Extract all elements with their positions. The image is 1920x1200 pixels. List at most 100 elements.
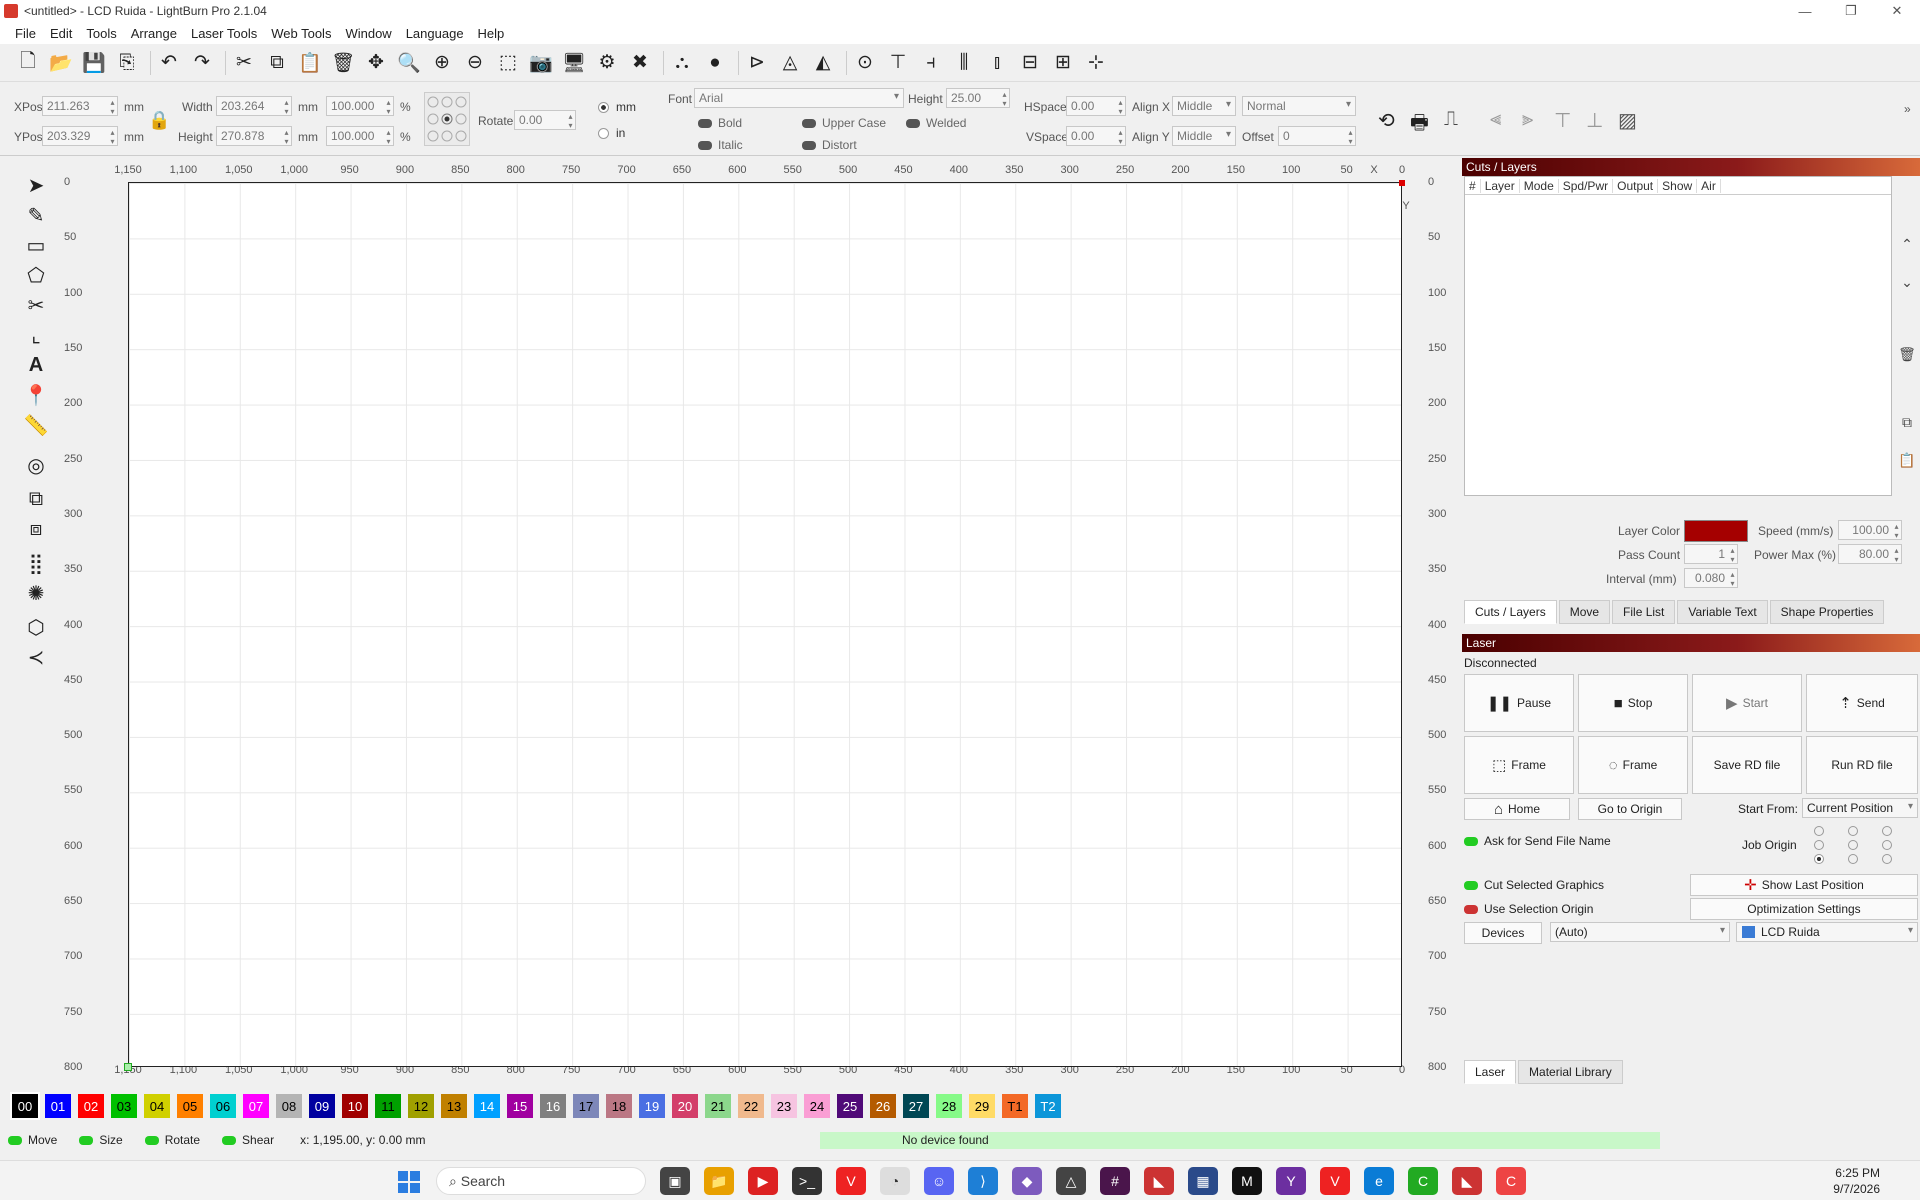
lock-icon[interactable]: 🔒 bbox=[148, 110, 170, 131]
offset-input[interactable]: 0 bbox=[1278, 126, 1356, 146]
bold-toggle[interactable]: Bold bbox=[698, 116, 742, 130]
tab-move[interactable]: Move bbox=[1558, 600, 1611, 624]
palette-color-29[interactable]: 29 bbox=[969, 1094, 995, 1118]
tab-shape-properties[interactable]: Shape Properties bbox=[1769, 600, 1885, 624]
rotate-input[interactable]: 0.00 bbox=[514, 110, 576, 130]
circle-frame-button[interactable]: ◌ Frame bbox=[1578, 736, 1688, 794]
paste-layer-icon[interactable]: 📋 bbox=[1894, 442, 1920, 478]
terminal-icon[interactable]: >_ bbox=[792, 1167, 822, 1195]
align-middle-icon[interactable]: ⫞ bbox=[917, 49, 945, 77]
break-apart-icon[interactable]: ≺ bbox=[18, 642, 54, 672]
obsidian-icon[interactable]: ◆ bbox=[1012, 1167, 1042, 1195]
text-style-select[interactable]: Normal bbox=[1242, 96, 1356, 116]
zoom-fit-icon[interactable]: 🔍 bbox=[395, 49, 423, 77]
job-origin-bottom-left[interactable] bbox=[1814, 854, 1824, 864]
pan-icon[interactable]: ✥ bbox=[362, 49, 390, 77]
vivaldi-alt-icon[interactable]: V bbox=[1320, 1167, 1350, 1195]
menu-window[interactable]: Window bbox=[338, 26, 398, 41]
vscode-icon[interactable]: ⟩ bbox=[968, 1167, 998, 1195]
palette-color-12[interactable]: 12 bbox=[408, 1094, 434, 1118]
palette-color-26[interactable]: 26 bbox=[870, 1094, 896, 1118]
pause-button[interactable]: ❚❚ Pause bbox=[1464, 674, 1574, 732]
xpos-input[interactable]: 211.263 bbox=[42, 96, 118, 116]
palette-color-09[interactable]: 09 bbox=[309, 1094, 335, 1118]
menu-laser-tools[interactable]: Laser Tools bbox=[184, 26, 264, 41]
send-button[interactable]: ⇡ Send bbox=[1806, 674, 1918, 732]
close-icon[interactable]: ✕ bbox=[1874, 0, 1920, 22]
undo-icon[interactable]: ↶ bbox=[155, 49, 183, 77]
job-origin-top-center[interactable] bbox=[1848, 826, 1858, 836]
palette-color-11[interactable]: 11 bbox=[375, 1094, 401, 1118]
palette-color-16[interactable]: 16 bbox=[540, 1094, 566, 1118]
palette-color-T2[interactable]: T2 bbox=[1035, 1094, 1061, 1118]
distribute-h-icon[interactable]: ⫼ bbox=[950, 49, 978, 77]
layer-color-swatch[interactable] bbox=[1684, 520, 1748, 542]
speed-input[interactable]: 100.00 bbox=[1838, 520, 1902, 540]
tabs-tool-icon[interactable]: ◎ bbox=[18, 450, 54, 480]
paste-icon[interactable]: 📋 bbox=[296, 49, 324, 77]
hspace-input[interactable]: 0.00 bbox=[1066, 96, 1126, 116]
system-clock[interactable]: 6:25 PM 9/7/2026 bbox=[1788, 1165, 1880, 1197]
move-to-origin-icon[interactable]: ⊹ bbox=[1082, 49, 1110, 77]
monitor-icon[interactable]: 🖥 bbox=[560, 49, 588, 77]
menu-file[interactable]: File bbox=[8, 26, 43, 41]
m-app-icon[interactable]: M bbox=[1232, 1167, 1262, 1195]
save-rd-button[interactable]: Save RD file bbox=[1692, 736, 1802, 794]
slack-icon[interactable]: # bbox=[1100, 1167, 1130, 1195]
polygon-tool-icon[interactable]: ⬠ bbox=[18, 260, 54, 290]
align-right-icon[interactable]: ⫸ bbox=[1522, 108, 1533, 131]
devices-button[interactable]: Devices bbox=[1464, 922, 1542, 944]
port-select[interactable]: (Auto) bbox=[1550, 922, 1730, 942]
job-origin-middle-left[interactable] bbox=[1814, 840, 1824, 850]
font-select[interactable]: Arial bbox=[694, 88, 904, 108]
welded-toggle[interactable]: Welded bbox=[906, 116, 966, 130]
move-layer-down-icon[interactable]: ⌄ bbox=[1894, 264, 1920, 300]
stop-button[interactable]: ■ Stop bbox=[1578, 674, 1688, 732]
move-layer-up-icon[interactable]: ⌃ bbox=[1894, 226, 1920, 262]
palette-color-24[interactable]: 24 bbox=[804, 1094, 830, 1118]
frame-button[interactable]: ⬚ Frame bbox=[1464, 736, 1574, 794]
new-file-icon[interactable]: 🗋 bbox=[14, 49, 42, 77]
edit-nodes-icon[interactable]: ✂ bbox=[18, 290, 54, 320]
palette-color-27[interactable]: 27 bbox=[903, 1094, 929, 1118]
palette-color-23[interactable]: 23 bbox=[771, 1094, 797, 1118]
align-vcenter-icon[interactable]: ⊥ bbox=[1586, 108, 1603, 133]
lightburn-active-icon[interactable]: C bbox=[1496, 1167, 1526, 1195]
menu-arrange[interactable]: Arrange bbox=[124, 26, 184, 41]
cut-icon[interactable]: ✂ bbox=[230, 49, 258, 77]
pass-count-input[interactable]: 1 bbox=[1684, 544, 1738, 564]
use-selection-origin-toggle[interactable]: Use Selection Origin bbox=[1464, 902, 1593, 916]
vivaldi-icon[interactable]: V bbox=[836, 1167, 866, 1195]
delete-layer-icon[interactable]: 🗑 bbox=[1894, 336, 1920, 372]
zoom-in-icon[interactable]: ⊕ bbox=[428, 49, 456, 77]
zoom-out-icon[interactable]: ⊖ bbox=[461, 49, 489, 77]
palette-color-28[interactable]: 28 bbox=[936, 1094, 962, 1118]
work-area[interactable] bbox=[128, 182, 1402, 1067]
maximize-icon[interactable]: ❐ bbox=[1828, 0, 1874, 22]
media-app-icon[interactable]: ▶ bbox=[748, 1167, 778, 1195]
rectangle-tool-icon[interactable]: ▭ bbox=[18, 230, 54, 260]
job-origin-bottom-right[interactable] bbox=[1882, 854, 1892, 864]
vspace-input[interactable]: 0.00 bbox=[1066, 126, 1126, 146]
boolean-subtract-icon[interactable]: ⧈ bbox=[18, 514, 54, 544]
job-origin-top-right[interactable] bbox=[1882, 826, 1892, 836]
align-left-icon[interactable]: ⫷ bbox=[1490, 108, 1501, 131]
position-laser-icon[interactable]: 📍 bbox=[18, 380, 54, 410]
palette-color-01[interactable]: 01 bbox=[45, 1094, 71, 1118]
palette-color-15[interactable]: 15 bbox=[507, 1094, 533, 1118]
distribute-v-icon[interactable]: ⫾ bbox=[983, 49, 1011, 77]
task-view-icon[interactable]: ▣ bbox=[660, 1167, 690, 1195]
height-input[interactable]: 270.878 bbox=[216, 126, 292, 146]
run-rd-button[interactable]: Run RD file bbox=[1806, 736, 1918, 794]
palette-color-T1[interactable]: T1 bbox=[1002, 1094, 1028, 1118]
expand-toolbar-icon[interactable]: » bbox=[1904, 102, 1911, 116]
boolean-union-icon[interactable]: ⧉ bbox=[18, 484, 54, 514]
lightburn-alt-icon[interactable]: ◣ bbox=[1144, 1167, 1174, 1195]
ypos-input[interactable]: 203.329 bbox=[42, 126, 118, 146]
palette-color-08[interactable]: 08 bbox=[276, 1094, 302, 1118]
tab-file-list[interactable]: File List bbox=[1612, 600, 1676, 624]
pen-tool-icon[interactable]: ✎ bbox=[18, 200, 54, 230]
camera-icon[interactable]: 📷 bbox=[527, 49, 555, 77]
mirror-icon[interactable]: ◭ bbox=[809, 49, 837, 77]
device-select[interactable]: LCD Ruida bbox=[1736, 922, 1918, 942]
